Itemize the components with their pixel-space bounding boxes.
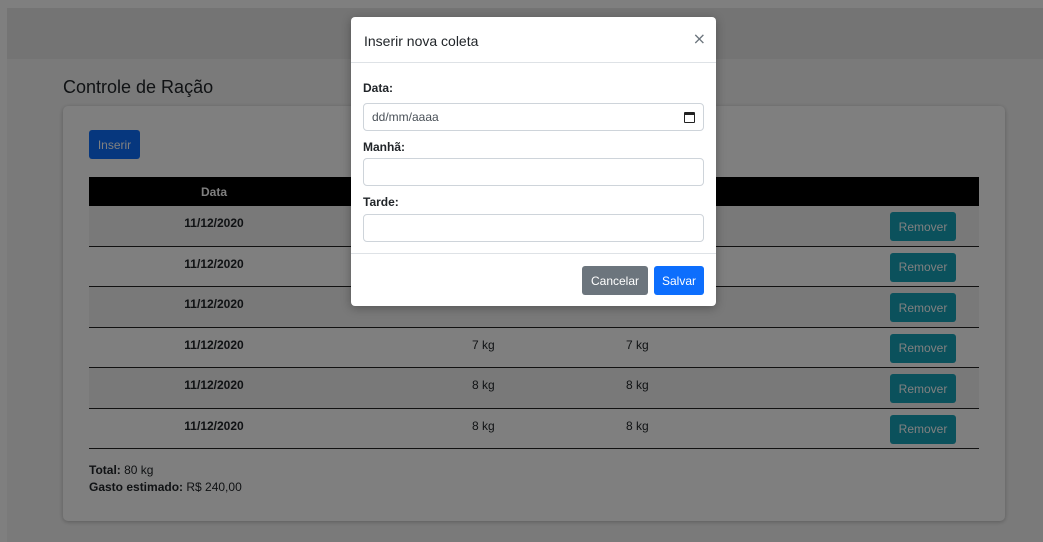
morning-label: Manhã: — [363, 140, 405, 154]
date-label: Data: — [363, 81, 394, 95]
save-button[interactable]: Salvar — [654, 266, 704, 295]
modal-title: Inserir nova coleta — [364, 33, 479, 49]
date-input[interactable]: dd/mm/aaaa — [363, 103, 704, 131]
afternoon-input[interactable] — [363, 214, 704, 242]
date-placeholder: dd/mm/aaaa — [372, 110, 439, 124]
close-icon[interactable]: × — [693, 29, 706, 48]
insert-modal: Inserir nova coleta × Data: dd/mm/aaaa M… — [351, 17, 716, 306]
morning-input[interactable] — [363, 158, 704, 186]
afternoon-label: Tarde: — [363, 195, 399, 209]
modal-header: Inserir nova coleta × — [351, 17, 716, 63]
cancel-button[interactable]: Cancelar — [582, 266, 648, 295]
calendar-icon[interactable] — [684, 111, 695, 123]
modal-footer: Cancelar Salvar — [351, 253, 716, 306]
